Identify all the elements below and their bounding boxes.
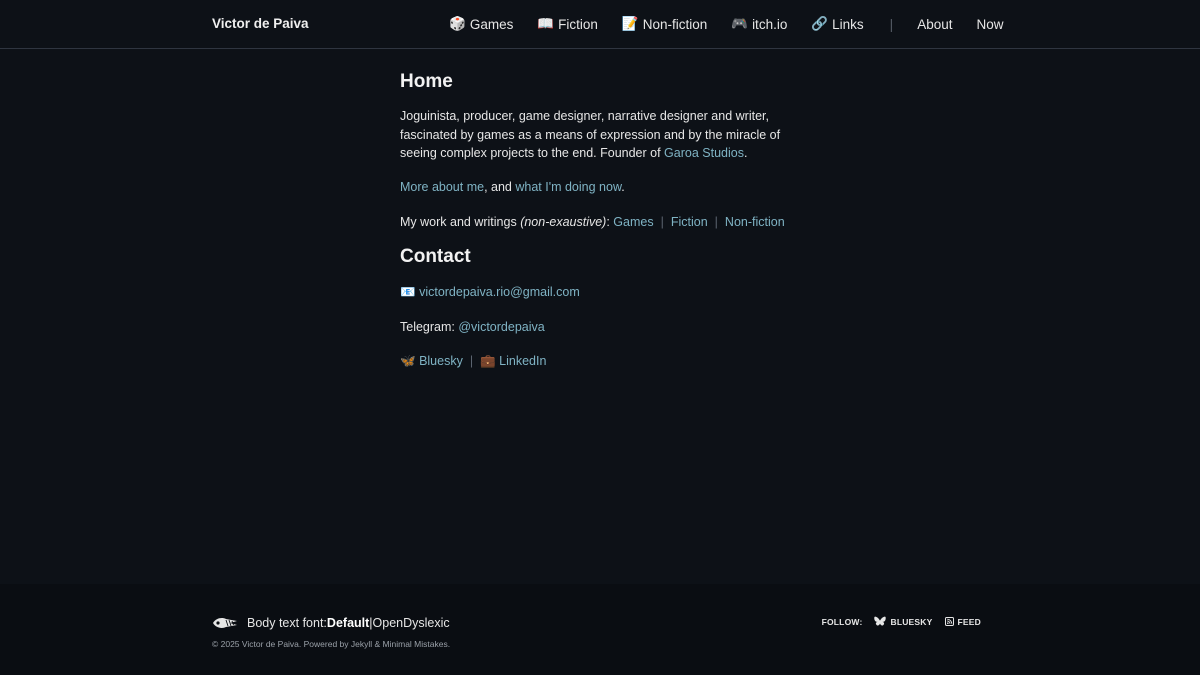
- bluesky-link[interactable]: Bluesky: [419, 354, 463, 368]
- nav-item-now[interactable]: Now: [976, 17, 1003, 32]
- follow-bluesky-link[interactable]: BLUESKY: [874, 616, 932, 627]
- follow-links: FOLLOW: BLUESKY FEED: [822, 616, 981, 627]
- intro-paragraph: Joguinista, producer, game designer, nar…: [400, 107, 790, 163]
- now-link[interactable]: what I'm doing now: [515, 180, 621, 194]
- contact-heading: Contact: [400, 246, 471, 267]
- butterfly-icon: 🦋: [400, 354, 416, 368]
- more-paragraph: More about me, and what I'm doing now.: [400, 178, 625, 197]
- nav-item-label: itch.io: [752, 16, 788, 32]
- work-non-fiction-link[interactable]: Non-fiction: [725, 215, 785, 229]
- nav-item-itchio[interactable]: 🎮 itch.io: [731, 16, 787, 32]
- work-games-link[interactable]: Games: [613, 215, 653, 229]
- telegram-link[interactable]: @victordepaiva: [458, 320, 544, 334]
- nav-item-label: Games: [469, 16, 514, 32]
- rss-icon: [944, 617, 954, 626]
- more-mid: , and: [484, 180, 516, 194]
- nav-separator: |: [889, 16, 894, 32]
- work-fiction-link[interactable]: Fiction: [671, 215, 708, 229]
- work-prefix: My work and writings: [400, 215, 521, 229]
- work-separator: |: [660, 215, 664, 229]
- page-title: Home: [400, 71, 453, 92]
- social-separator: |: [469, 354, 474, 368]
- font-option-opendyslexic[interactable]: OpenDyslexic: [373, 616, 450, 630]
- gamepad-icon: 🎮: [731, 16, 749, 31]
- dice-icon: 🎲: [449, 16, 466, 31]
- font-option-default[interactable]: Default: [327, 616, 369, 630]
- linkedin-link[interactable]: LinkedIn: [499, 354, 546, 368]
- nav-item-links[interactable]: 🔗 Links: [811, 16, 863, 32]
- follow-bluesky-label: BLUESKY: [890, 616, 933, 627]
- nav-item-fiction[interactable]: 📖 Fiction: [537, 16, 598, 32]
- telegram-line: Telegram: @victordepaiva: [400, 318, 545, 337]
- font-label: Body text font:: [247, 616, 327, 630]
- bluesky-icon: [874, 616, 887, 626]
- book-icon: 📖: [537, 16, 555, 31]
- nav-item-about[interactable]: About: [917, 17, 952, 32]
- copyright: © 2025 Victor de Paiva. Powered by Jekyl…: [212, 639, 451, 649]
- follow-label: FOLLOW:: [821, 616, 863, 627]
- nav-item-games[interactable]: 🎲 Games: [449, 16, 513, 32]
- nav-item-non-fiction[interactable]: 📝 Non-fiction: [622, 16, 707, 32]
- main-nav: 🎲 Games 📖 Fiction 📝 Non-fiction 🎮 itch.i…: [449, 16, 1003, 32]
- telegram-label: Telegram:: [400, 320, 459, 334]
- email-link[interactable]: victordepaiva.rio@gmail.com: [419, 285, 580, 299]
- nav-item-label: Non-fiction: [642, 16, 708, 32]
- email-line: 📧 victordepaiva.rio@gmail.com: [400, 283, 580, 302]
- more-end: .: [621, 180, 625, 194]
- work-note: (non-exaustive): [520, 215, 607, 229]
- masthead: Victor de Paiva 🎲 Games 📖 Fiction 📝 Non-…: [0, 0, 1200, 49]
- site-title-link[interactable]: Victor de Paiva: [212, 16, 309, 31]
- work-paragraph: My work and writings (non-exaustive): Ga…: [400, 213, 785, 232]
- font-toggle-icon[interactable]: [212, 616, 238, 630]
- nav-item-label: Links: [832, 16, 864, 32]
- font-switcher: Body text font: Default | OpenDyslexic: [212, 616, 450, 630]
- nav-item-label: Fiction: [558, 16, 598, 32]
- memo-icon: 📝: [621, 16, 639, 31]
- work-separator: |: [714, 215, 718, 229]
- intro-end: .: [743, 146, 748, 160]
- briefcase-icon: 💼: [480, 354, 496, 368]
- social-line: 🦋 Bluesky | 💼 LinkedIn: [400, 352, 546, 371]
- link-icon: 🔗: [811, 16, 829, 31]
- about-me-link[interactable]: More about me: [400, 180, 484, 194]
- follow-feed-label: FEED: [957, 616, 981, 627]
- page-footer: Body text font: Default | OpenDyslexic ©…: [0, 584, 1200, 675]
- follow-feed-link[interactable]: FEED: [944, 616, 981, 627]
- garoa-studios-link[interactable]: Garoa Studios: [664, 146, 744, 160]
- email-icon: 📧: [400, 285, 416, 299]
